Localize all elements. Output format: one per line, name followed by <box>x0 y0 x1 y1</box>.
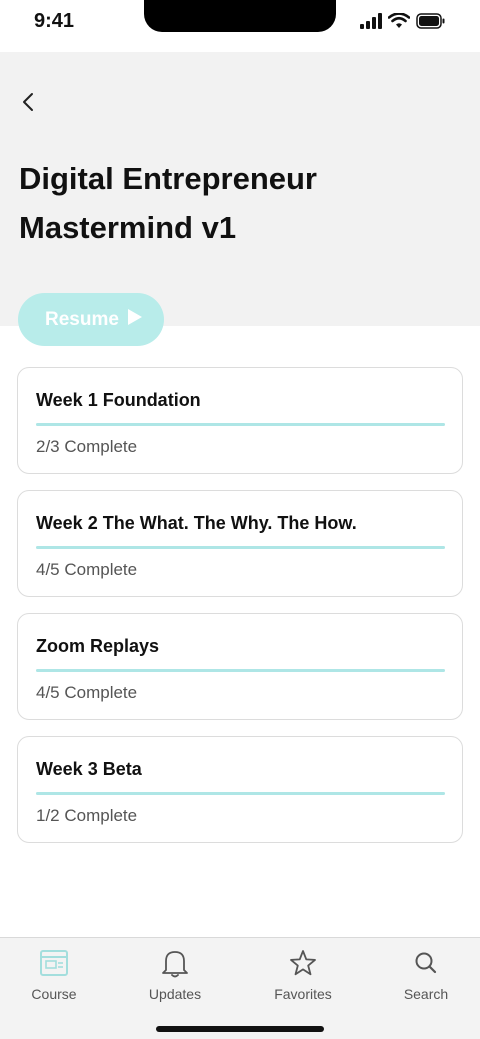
module-progress-bar <box>36 792 445 795</box>
page-title-line-2: Mastermind v1 <box>19 210 237 245</box>
resume-button[interactable]: Resume <box>18 293 164 346</box>
search-icon <box>413 948 439 978</box>
bell-icon <box>161 948 189 978</box>
chevron-left-icon <box>21 91 35 118</box>
module-title: Week 2 The What. The Why. The How. <box>36 513 357 533</box>
status-icons <box>360 13 446 29</box>
course-header: Digital Entrepreneur Mastermind v1 <box>0 52 480 326</box>
tab-course[interactable]: Course <box>0 948 109 1002</box>
resume-label: Resume <box>45 308 119 330</box>
tab-label: Updates <box>148 986 202 1002</box>
module-title: Week 1 Foundation <box>36 390 201 410</box>
page-title-line-1: Digital Entrepreneur <box>19 161 317 196</box>
back-button[interactable] <box>14 92 42 116</box>
module-progress-bar <box>36 546 445 549</box>
status-time: 9:41 <box>34 10 75 32</box>
battery-icon <box>416 13 446 29</box>
module-title: Week 3 Beta <box>36 759 142 779</box>
module-list: Week 1 Foundation 2/3 Complete Week 2 Th… <box>17 367 463 859</box>
module-progress-fill <box>36 546 445 549</box>
module-progress-fill <box>36 669 445 672</box>
tab-label: Course <box>31 986 77 1002</box>
module-card[interactable]: Week 2 The What. The Why. The How. 4/5 C… <box>17 490 463 597</box>
status-bar: 9:41 <box>0 0 480 52</box>
page-title: Digital Entrepreneur Mastermind v1 <box>19 154 439 252</box>
module-progress-fill <box>36 423 445 426</box>
module-progress-bar <box>36 423 445 426</box>
module-card[interactable]: Zoom Replays 4/5 Complete <box>17 613 463 720</box>
tab-bar: Course Updates Favorites Search <box>0 937 480 1039</box>
module-progress-bar <box>36 669 445 672</box>
play-icon <box>127 308 143 331</box>
module-card[interactable]: Week 1 Foundation 2/3 Complete <box>17 367 463 474</box>
device-notch <box>144 0 336 32</box>
module-progress-text: 4/5 Complete <box>36 560 138 579</box>
module-progress-text: 2/3 Complete <box>36 437 138 456</box>
module-progress-text: 4/5 Complete <box>36 683 138 702</box>
module-title: Zoom Replays <box>36 636 160 656</box>
star-icon <box>289 948 317 978</box>
tab-favorites[interactable]: Favorites <box>248 948 358 1002</box>
module-card[interactable]: Week 3 Beta 1/2 Complete <box>17 736 463 843</box>
course-icon <box>39 948 69 978</box>
tab-updates[interactable]: Updates <box>120 948 230 1002</box>
wifi-icon <box>388 13 410 29</box>
home-indicator <box>156 1026 324 1032</box>
tab-search[interactable]: Search <box>371 948 480 1002</box>
signal-icon <box>360 13 382 29</box>
tab-label: Favorites <box>274 986 332 1002</box>
module-progress-text: 1/2 Complete <box>36 806 138 825</box>
module-progress-fill <box>36 792 445 795</box>
tab-label: Search <box>403 986 449 1002</box>
